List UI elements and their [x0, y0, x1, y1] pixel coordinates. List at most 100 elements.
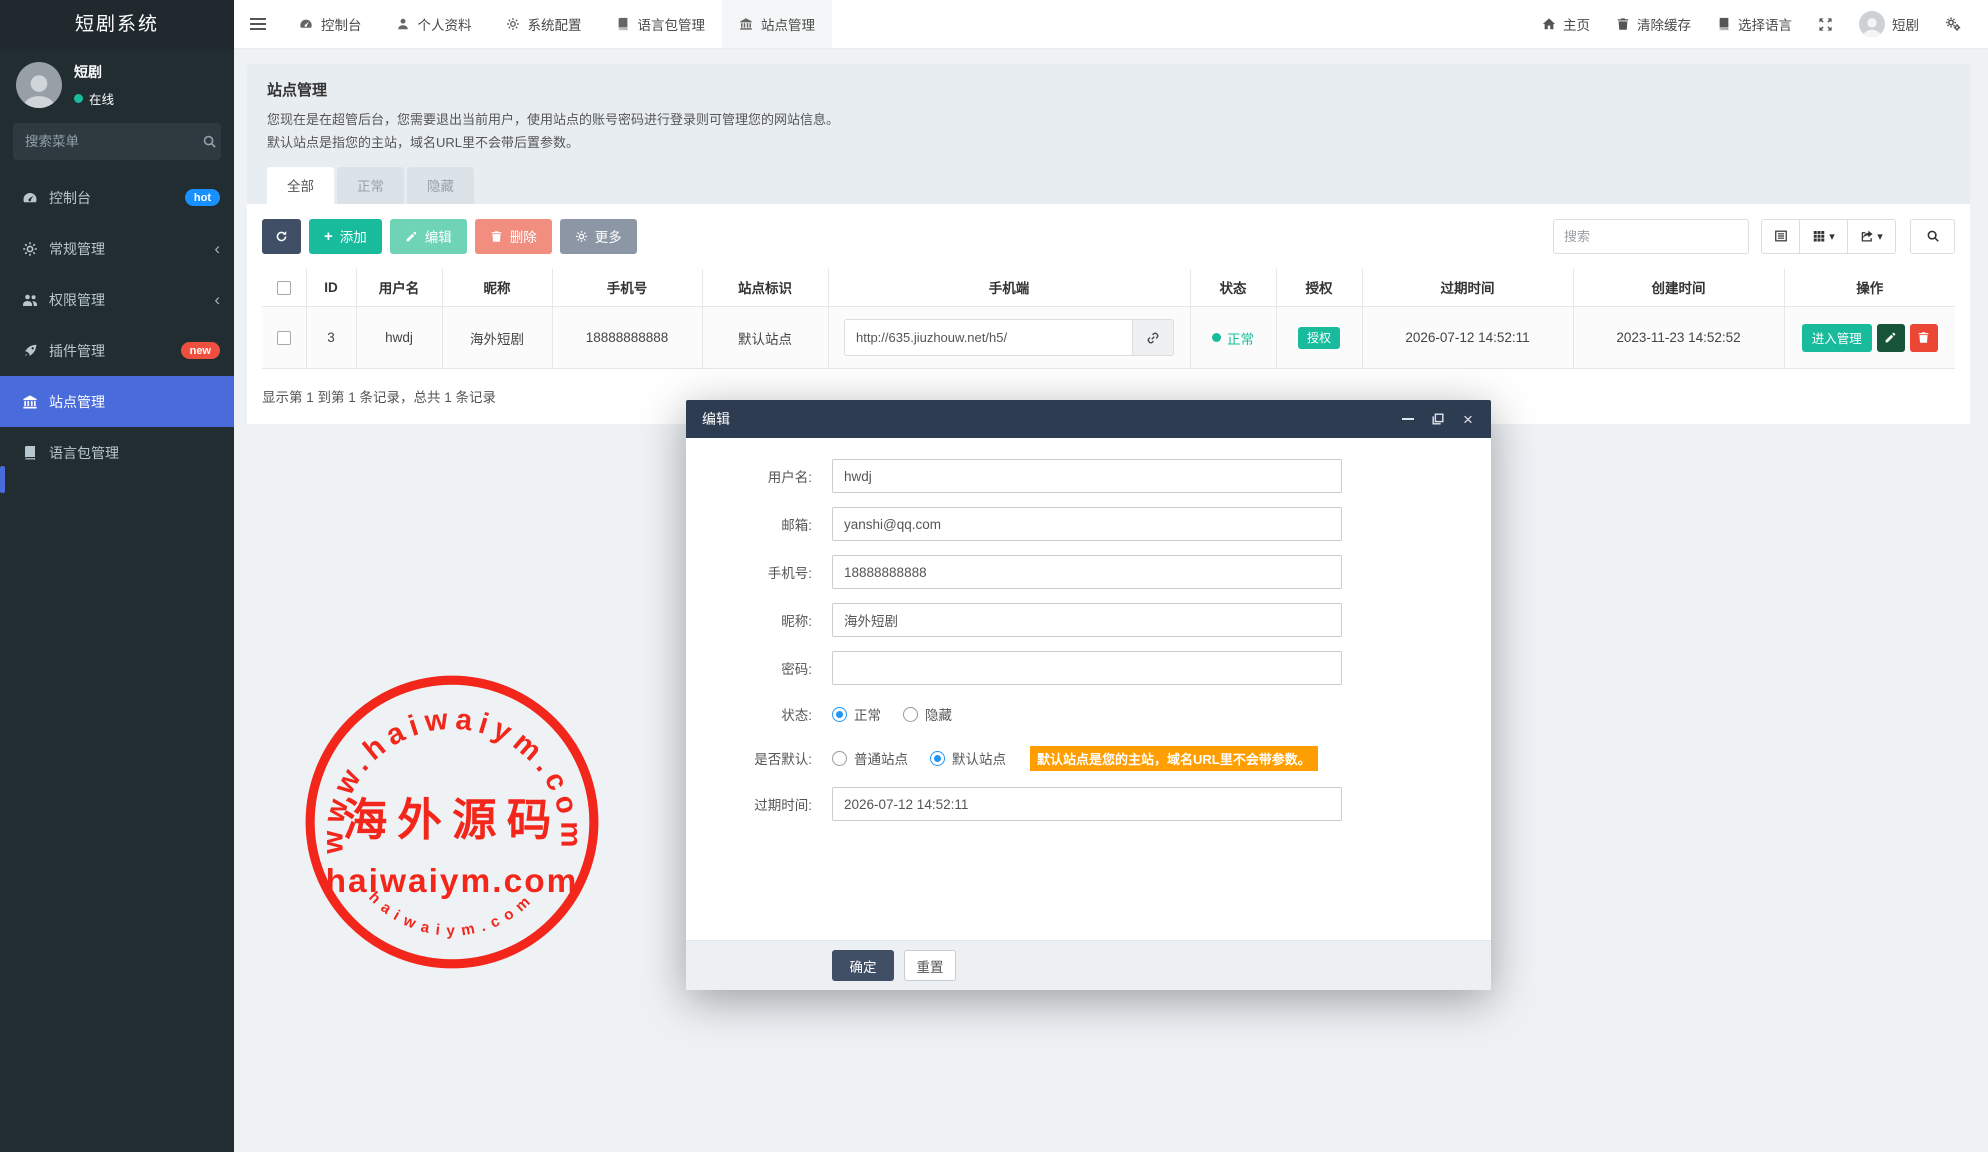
menu-search-input[interactable]: [25, 134, 202, 149]
phone-label: 手机号:: [686, 562, 832, 582]
user-menu[interactable]: 短剧: [1846, 11, 1932, 37]
detail-view-button[interactable]: [1761, 219, 1800, 254]
sidebar-item-plugins[interactable]: 插件管理 new: [0, 325, 234, 376]
clear-cache-button[interactable]: 清除缓存: [1603, 14, 1704, 34]
col-id[interactable]: ID: [306, 269, 356, 307]
sidebar-item-language[interactable]: 语言包管理: [0, 427, 234, 478]
password-label: 密码:: [686, 658, 832, 678]
modal-header[interactable]: 编辑 ×: [686, 400, 1491, 438]
topnav-tab-language[interactable]: 语言包管理: [599, 0, 723, 48]
enter-manage-button[interactable]: 进入管理: [1802, 324, 1872, 352]
book-icon: [22, 445, 38, 461]
topnav-tab-sites[interactable]: 站点管理: [722, 0, 832, 48]
radio-on-icon: [832, 707, 847, 722]
cell-nickname: 海外短剧: [442, 307, 552, 369]
col-expire[interactable]: 过期时间: [1362, 269, 1573, 307]
col-auth[interactable]: 授权: [1276, 269, 1362, 307]
col-phone[interactable]: 手机号: [552, 269, 702, 307]
refresh-icon: [275, 230, 288, 243]
add-button[interactable]: + 添加: [309, 219, 382, 254]
avatar: [1859, 11, 1885, 37]
status-radio-hidden[interactable]: 隐藏: [903, 704, 952, 724]
row-delete-button[interactable]: [1910, 324, 1938, 352]
default-radio-normal-site[interactable]: 普通站点: [832, 748, 908, 768]
columns-button[interactable]: ▾: [1800, 219, 1848, 254]
nickname-field[interactable]: [832, 603, 1342, 637]
maximize-icon[interactable]: [1431, 412, 1445, 426]
col-ops[interactable]: 操作: [1784, 269, 1955, 307]
minimize-icon[interactable]: [1401, 412, 1415, 426]
topnav-right: 主页 清除缓存 选择语言 短剧: [1529, 0, 1988, 48]
mobile-url-group: [844, 319, 1174, 356]
phone-field[interactable]: [832, 555, 1342, 589]
nickname-label: 昵称:: [686, 610, 832, 630]
col-status[interactable]: 状态: [1190, 269, 1276, 307]
online-dot-icon: [74, 94, 83, 103]
table-row: 3 hwdj 海外短剧 18888888888 默认站点: [262, 307, 1955, 369]
default-radio-default-site[interactable]: 默认站点: [930, 748, 1006, 768]
mobile-url-input[interactable]: [844, 319, 1132, 356]
tab-hidden[interactable]: 隐藏: [407, 167, 474, 204]
topnav-tab-settings[interactable]: 系统配置: [489, 0, 599, 48]
filter-tabs: 全部 正常 隐藏: [267, 167, 1950, 204]
radio-off-icon: [903, 707, 918, 722]
select-all-checkbox[interactable]: [277, 281, 291, 295]
default-label: 是否默认:: [686, 748, 832, 768]
password-field[interactable]: [832, 651, 1342, 685]
sidebar-scroll-indicator: [0, 466, 5, 493]
col-username[interactable]: 用户名: [356, 269, 442, 307]
reset-button[interactable]: 重置: [904, 950, 956, 981]
more-button[interactable]: 更多: [560, 219, 637, 254]
username-label: 用户名:: [686, 466, 832, 486]
user-settings-button[interactable]: [1932, 16, 1974, 32]
user-name: 短剧: [74, 64, 102, 80]
expand-icon: [1818, 17, 1833, 32]
fullscreen-button[interactable]: [1805, 17, 1846, 32]
sidebar-item-general[interactable]: 常规管理 ‹: [0, 223, 234, 274]
edit-button[interactable]: 编辑: [390, 219, 467, 254]
col-created[interactable]: 创建时间: [1573, 269, 1784, 307]
new-badge: new: [181, 342, 220, 359]
sidebar-item-sites[interactable]: 站点管理: [0, 376, 234, 427]
hamburger-icon[interactable]: [234, 0, 282, 48]
topnav-tab-dashboard[interactable]: 控制台: [282, 0, 379, 48]
row-edit-button[interactable]: [1877, 324, 1905, 352]
copy-link-button[interactable]: [1132, 319, 1174, 356]
tab-normal[interactable]: 正常: [337, 167, 404, 204]
grid-icon: [1812, 229, 1826, 243]
row-checkbox[interactable]: [277, 331, 291, 345]
gear-icon: [575, 230, 588, 243]
home-button[interactable]: 主页: [1529, 14, 1603, 34]
status-label: 状态:: [686, 704, 832, 724]
confirm-button[interactable]: 确定: [832, 950, 894, 981]
cell-expire: 2026-07-12 14:52:11: [1362, 307, 1573, 369]
sidebar-item-permissions[interactable]: 权限管理 ‹: [0, 274, 234, 325]
username-field[interactable]: [832, 459, 1342, 493]
col-nickname[interactable]: 昵称: [442, 269, 552, 307]
col-mobile[interactable]: 手机端: [828, 269, 1190, 307]
select-language-button[interactable]: 选择语言: [1704, 14, 1805, 34]
book-icon: [1717, 17, 1731, 31]
refresh-button[interactable]: [262, 219, 301, 254]
pencil-icon: [405, 230, 418, 243]
export-icon: [1860, 229, 1874, 243]
cell-phone: 18888888888: [552, 307, 702, 369]
toolbar: + 添加 编辑 删除 更多: [262, 219, 1955, 254]
rocket-icon: [22, 343, 38, 359]
sidebar-item-dashboard[interactable]: 控制台 hot: [0, 172, 234, 223]
tab-all[interactable]: 全部: [267, 167, 334, 204]
table-tools: ▾ ▾: [1553, 219, 1955, 254]
status-radio-normal[interactable]: 正常: [832, 704, 881, 724]
table-search-input[interactable]: [1553, 219, 1749, 254]
col-site-flag[interactable]: 站点标识: [702, 269, 828, 307]
auth-badge[interactable]: 授权: [1298, 327, 1340, 349]
close-icon[interactable]: ×: [1461, 412, 1475, 426]
expire-field[interactable]: [832, 787, 1342, 821]
email-field[interactable]: [832, 507, 1342, 541]
chevron-left-icon: ‹: [214, 240, 220, 257]
topnav-tab-profile[interactable]: 个人资料: [379, 0, 489, 48]
delete-button[interactable]: 删除: [475, 219, 552, 254]
search-button[interactable]: [1910, 219, 1955, 254]
export-button[interactable]: ▾: [1848, 219, 1896, 254]
page-description: 您现在是在超管后台，您需要退出当前用户，使用站点的账号密码进行登录则可管理您的网…: [267, 109, 1950, 155]
